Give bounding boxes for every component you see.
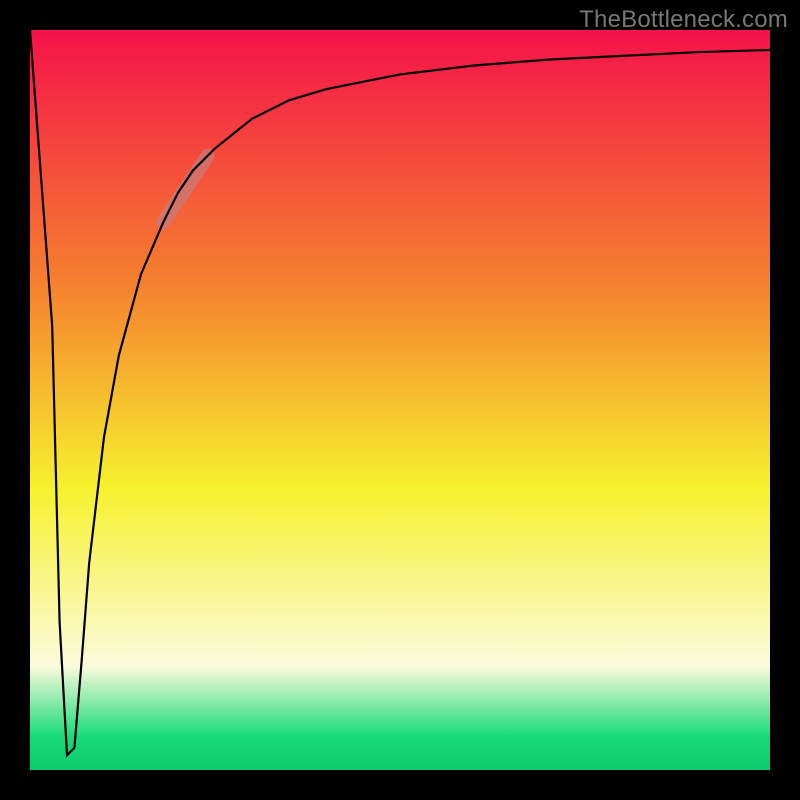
curve-layer — [30, 30, 770, 770]
highlight-segment — [163, 156, 207, 223]
chart-canvas: TheBottleneck.com — [0, 0, 800, 800]
plot-area — [30, 30, 770, 770]
bottleneck-curve — [30, 30, 770, 755]
